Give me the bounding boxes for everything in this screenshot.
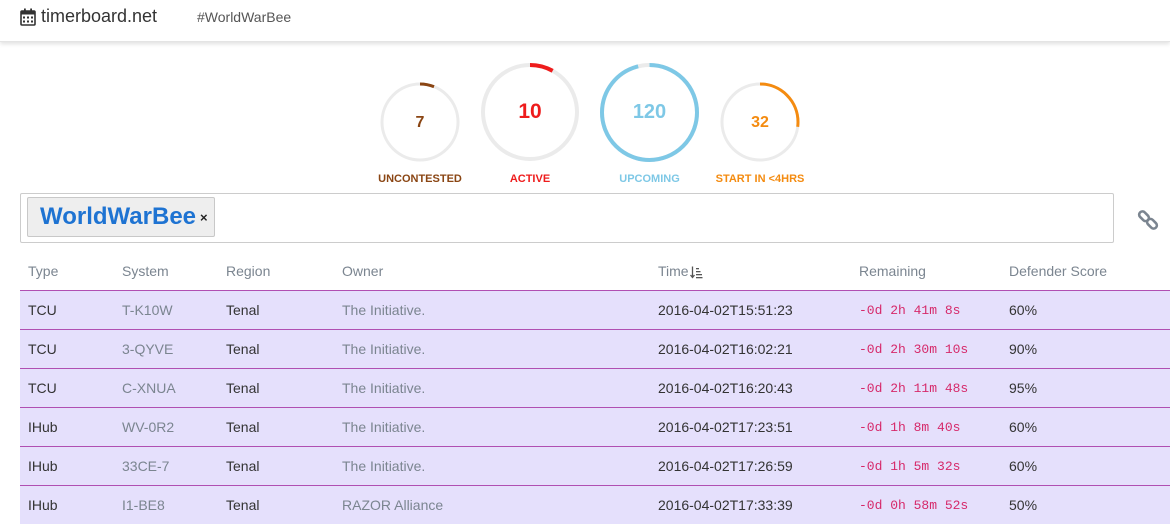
link-icon[interactable]: [1136, 208, 1160, 232]
table-row[interactable]: TCU3-QYVETenalThe Initiative.2016-04-02T…: [20, 330, 1170, 369]
cell-system[interactable]: 33CE-7: [114, 447, 218, 486]
tag-filter-input[interactable]: WorldWarBee ×: [20, 193, 1114, 243]
cell-owner[interactable]: The Initiative.: [334, 330, 650, 369]
cell-remaining: -0d 2h 30m 10s: [851, 330, 1001, 369]
filter-tag-label: WorldWarBee: [40, 203, 196, 231]
cell-owner[interactable]: The Initiative.: [334, 447, 650, 486]
cell-defender-score: 60%: [1001, 291, 1170, 330]
cell-system[interactable]: 3-QYVE: [114, 330, 218, 369]
sort-amount-icon: [690, 266, 703, 279]
cell-type: TCU: [20, 330, 114, 369]
cell-region: Tenal: [218, 408, 334, 447]
brand-name: timerboard.net: [41, 6, 157, 27]
cell-defender-score: 95%: [1001, 369, 1170, 408]
header-owner[interactable]: Owner: [334, 252, 650, 291]
gauge-uncontested[interactable]: 7 UNCONTESTED: [379, 81, 461, 186]
cell-system[interactable]: I1-BE8: [114, 486, 218, 524]
gauge-upcoming-value: 120: [599, 101, 700, 124]
nav-hashtag[interactable]: #WorldWarBee: [197, 9, 291, 25]
table-row[interactable]: IHub33CE-7TenalThe Initiative.2016-04-02…: [20, 447, 1170, 486]
table-row[interactable]: TCUC-XNUATenalThe Initiative.2016-04-02T…: [20, 369, 1170, 408]
table-row[interactable]: IHubWV-0R2TenalThe Initiative.2016-04-02…: [20, 408, 1170, 447]
close-icon[interactable]: ×: [200, 210, 208, 225]
cell-time: 2016-04-02T17:26:59: [650, 447, 851, 486]
cell-time: 2016-04-02T17:33:39: [650, 486, 851, 524]
cell-region: Tenal: [218, 447, 334, 486]
cell-remaining: -0d 2h 11m 48s: [851, 369, 1001, 408]
cell-time: 2016-04-02T15:51:23: [650, 291, 851, 330]
table-row[interactable]: TCUT-K10WTenalThe Initiative.2016-04-02T…: [20, 291, 1170, 330]
gauge-upcoming[interactable]: 120 UPCOMING: [599, 62, 700, 186]
cell-defender-score: 50%: [1001, 486, 1170, 524]
table-row[interactable]: IHubI1-BE8TenalRAZOR Alliance2016-04-02T…: [20, 486, 1170, 524]
cell-remaining: -0d 1h 8m 40s: [851, 408, 1001, 447]
cell-system[interactable]: T-K10W: [114, 291, 218, 330]
gauge-active[interactable]: 10 ACTIVE: [480, 62, 580, 186]
cell-defender-score: 60%: [1001, 447, 1170, 486]
cell-region: Tenal: [218, 486, 334, 524]
cell-region: Tenal: [218, 291, 334, 330]
cell-time: 2016-04-02T17:23:51: [650, 408, 851, 447]
cell-system[interactable]: C-XNUA: [114, 369, 218, 408]
cell-type: IHub: [20, 486, 114, 524]
cell-type: TCU: [20, 369, 114, 408]
cell-region: Tenal: [218, 369, 334, 408]
cell-type: IHub: [20, 447, 114, 486]
brand-link[interactable]: timerboard.net: [20, 6, 157, 27]
header-time[interactable]: Time: [650, 252, 851, 291]
header-remaining[interactable]: Remaining: [851, 252, 1001, 291]
cell-defender-score: 90%: [1001, 330, 1170, 369]
cell-remaining: -0d 0h 58m 52s: [851, 486, 1001, 524]
stats-gauges: 7 UNCONTESTED 10 ACTIVE 120 UPCOMING 32 …: [0, 60, 1170, 190]
cell-defender-score: 60%: [1001, 408, 1170, 447]
cell-owner[interactable]: RAZOR Alliance: [334, 486, 650, 524]
gauge-start-4hrs-label: START IN <4HRS: [679, 173, 841, 185]
cell-time: 2016-04-02T16:20:43: [650, 369, 851, 408]
cell-owner[interactable]: The Initiative.: [334, 291, 650, 330]
cell-type: TCU: [20, 291, 114, 330]
cell-type: IHub: [20, 408, 114, 447]
gauge-start-4hrs-value: 32: [719, 114, 801, 132]
cell-time: 2016-04-02T16:02:21: [650, 330, 851, 369]
header-region[interactable]: Region: [218, 252, 334, 291]
cell-remaining: -0d 2h 41m 8s: [851, 291, 1001, 330]
cell-owner[interactable]: The Initiative.: [334, 369, 650, 408]
header-defender-score[interactable]: Defender Score: [1001, 252, 1170, 291]
timers-table: Type System Region Owner Time Remaining …: [20, 252, 1170, 524]
cell-region: Tenal: [218, 330, 334, 369]
gauge-start-4hrs[interactable]: 32 START IN <4HRS: [719, 81, 801, 186]
filter-tag[interactable]: WorldWarBee ×: [27, 197, 215, 237]
header-time-label: Time: [658, 263, 689, 279]
header-system[interactable]: System: [114, 252, 218, 291]
cell-system[interactable]: WV-0R2: [114, 408, 218, 447]
gauge-uncontested-value: 7: [379, 114, 461, 132]
calendar-icon: [20, 8, 36, 26]
header-type[interactable]: Type: [20, 252, 114, 291]
cell-remaining: -0d 1h 5m 32s: [851, 447, 1001, 486]
table-header-row: Type System Region Owner Time Remaining …: [20, 252, 1170, 291]
navbar: timerboard.net #WorldWarBee: [0, 0, 1170, 42]
gauge-active-value: 10: [480, 100, 580, 124]
cell-owner[interactable]: The Initiative.: [334, 408, 650, 447]
